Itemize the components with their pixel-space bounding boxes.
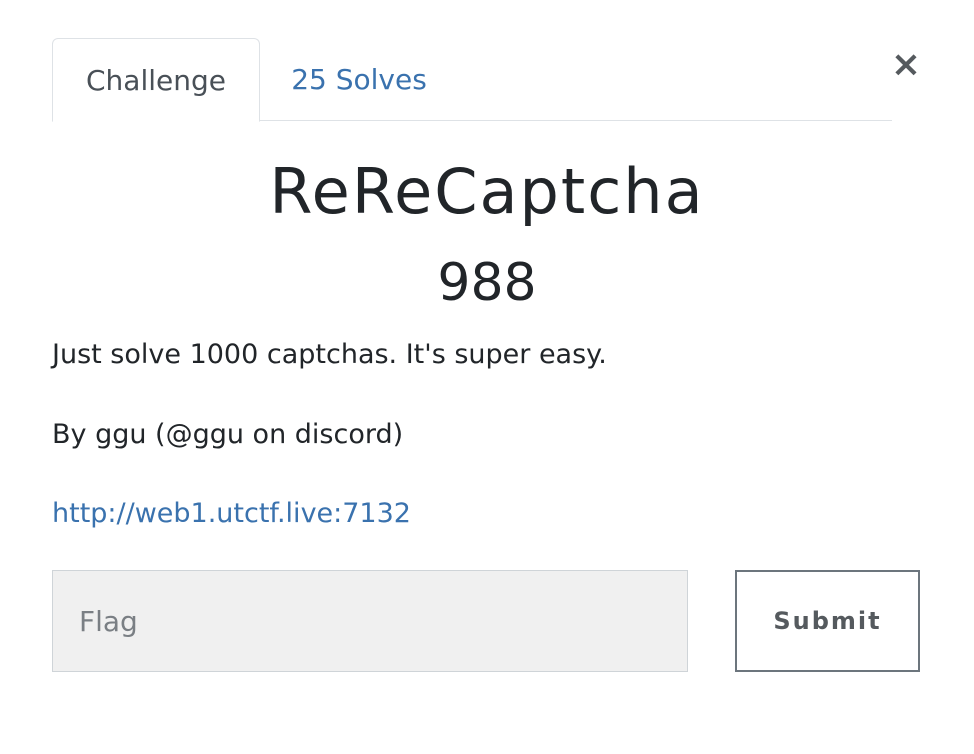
challenge-link[interactable]: http://web1.utctf.live:7132 xyxy=(52,496,411,532)
tab-challenge[interactable]: Challenge xyxy=(52,38,260,122)
challenge-modal: Challenge 25 Solves × ReReCaptcha 988 Ju… xyxy=(0,0,974,754)
challenge-name: ReReCaptcha xyxy=(269,155,705,228)
challenge-author: By ggu (@ggu on discord) xyxy=(52,419,404,450)
submit-button[interactable]: Submit xyxy=(735,570,920,672)
flag-input[interactable] xyxy=(52,570,688,672)
tab-solves[interactable]: 25 Solves xyxy=(278,38,440,121)
close-icon[interactable]: × xyxy=(886,44,926,85)
challenge-tabs: Challenge 25 Solves xyxy=(52,38,892,122)
challenge-description: Just solve 1000 captchas. It's super eas… xyxy=(52,339,607,370)
challenge-points: 988 xyxy=(437,253,537,313)
